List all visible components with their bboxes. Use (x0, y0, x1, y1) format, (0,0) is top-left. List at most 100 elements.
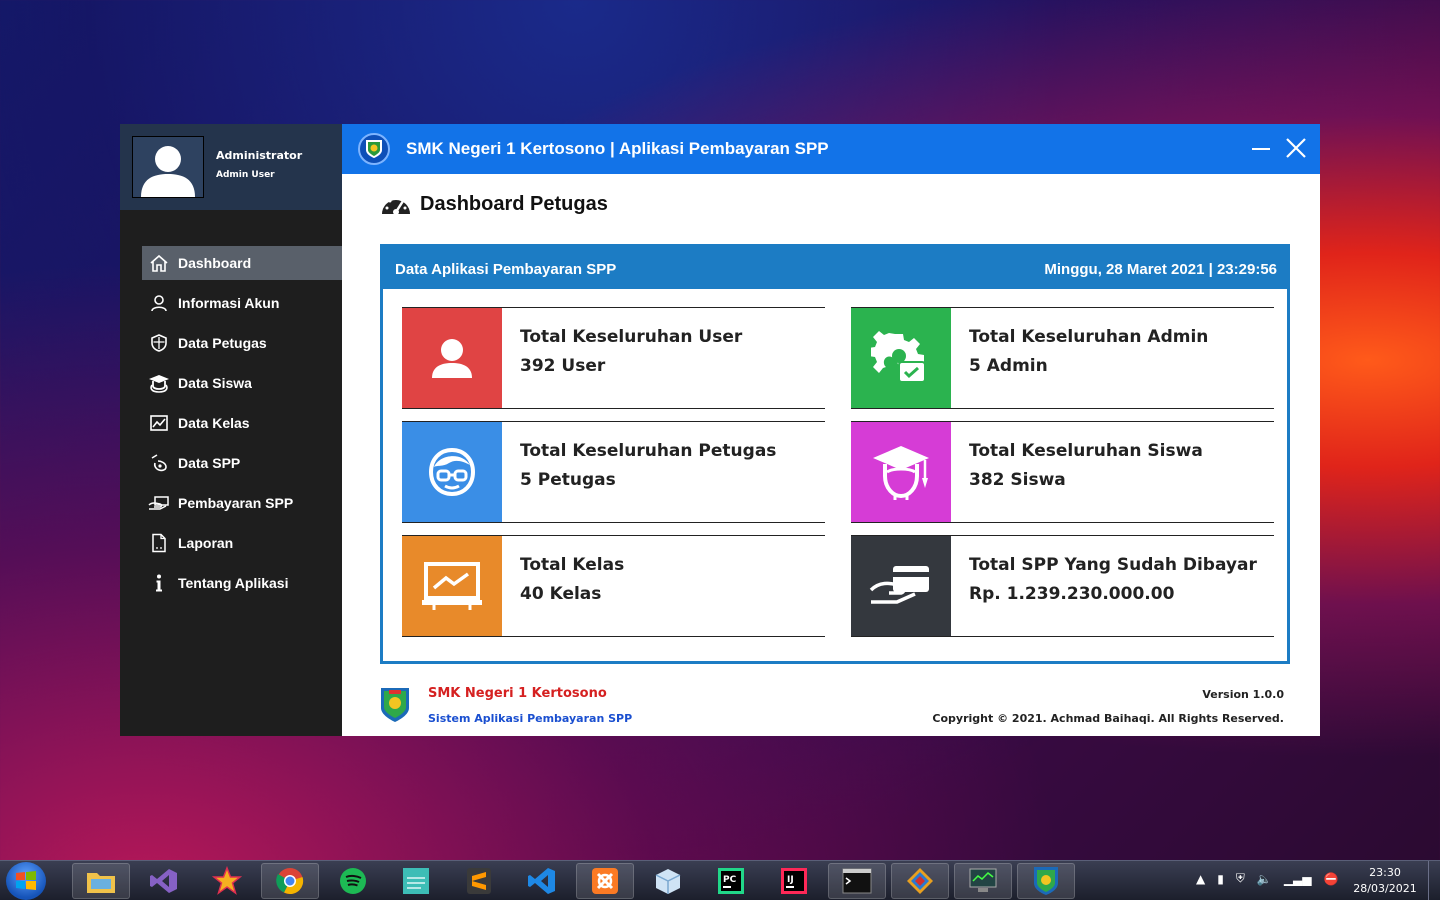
monitor-icon (969, 868, 997, 892)
sidebar-item-label: Data SPP (178, 455, 241, 471)
minimize-button[interactable] (1250, 136, 1274, 160)
stat-title: Total Keseluruhan Siswa (969, 441, 1203, 461)
stat-icon-box (402, 536, 502, 636)
taskbar-spp-app[interactable] (1017, 863, 1075, 899)
taskbar-spotify[interactable] (324, 863, 382, 899)
vs-code-icon (528, 868, 555, 894)
stat-value: 5 Admin (969, 356, 1048, 376)
clock[interactable]: 23:30 28/03/2021 (1346, 865, 1424, 897)
app-window: Administrator Admin User Dashboard Infor… (120, 124, 1320, 736)
show-desktop-button[interactable] (1428, 861, 1440, 900)
network-icon[interactable]: ⛔ (1324, 872, 1339, 886)
user-silhouette-icon (133, 137, 203, 197)
sidebar: Administrator Admin User Dashboard Infor… (120, 124, 342, 736)
version-label: Version 1.0.0 (1202, 688, 1284, 701)
stat-card-user: Total Keseluruhan User 392 User (402, 307, 825, 409)
stats-panel: Data Aplikasi Pembayaran SPP Minggu, 28 … (380, 244, 1290, 664)
security-icon[interactable]: ⛨ (1236, 871, 1245, 886)
sidebar-item-data-siswa[interactable]: Data Siswa (142, 366, 342, 400)
pycharm-icon: PC (718, 868, 744, 894)
taskbar-snipping-tool[interactable] (891, 863, 949, 899)
stat-card-siswa: Total Keseluruhan Siswa 382 Siswa (851, 421, 1274, 523)
visual-studio-icon (150, 869, 177, 893)
sidebar-item-dashboard[interactable]: Dashboard (142, 246, 342, 280)
taskbar-xampp[interactable] (576, 863, 634, 899)
sidebar-item-label: Data Petugas (178, 335, 267, 351)
windows-logo-icon (16, 871, 36, 890)
star-icon (212, 866, 242, 895)
taskbar-virtualbox[interactable] (639, 863, 697, 899)
officer-icon (428, 447, 476, 497)
page-title: Dashboard Petugas (420, 192, 608, 215)
document-icon (146, 533, 172, 553)
stat-card-admin: Total Keseluruhan Admin 5 Admin (851, 307, 1274, 409)
sidebar-item-laporan[interactable]: Laporan (142, 526, 342, 560)
panel-header: Data Aplikasi Pembayaran SPP Minggu, 28 … (383, 247, 1287, 289)
chrome-icon (276, 868, 304, 895)
stat-value: Rp. 1.239.230.000.00 (969, 584, 1175, 604)
sidebar-item-informasi-akun[interactable]: Informasi Akun (142, 286, 342, 320)
taskbar-sublime-text[interactable] (450, 863, 508, 899)
clock-time: 23:30 (1369, 866, 1401, 879)
stat-icon-box (851, 536, 951, 636)
classroom-chart-icon (422, 562, 482, 610)
school-logo-icon (358, 133, 390, 165)
admin-gear-icon (871, 331, 926, 383)
sublime-text-icon (467, 868, 491, 894)
close-button[interactable] (1284, 136, 1308, 160)
signal-icon[interactable]: ▁▃▅ (1284, 872, 1312, 886)
taskbar-task-manager[interactable] (954, 863, 1012, 899)
sidebar-item-label: Data Kelas (178, 415, 250, 431)
svg-text:IJ: IJ (787, 875, 794, 885)
footer-app-name: Sistem Aplikasi Pembayaran SPP (428, 712, 633, 725)
sidebar-item-tentang-aplikasi[interactable]: Tentang Aplikasi (142, 566, 342, 600)
stat-title: Total Kelas (520, 555, 625, 575)
intellij-icon: IJ (781, 868, 807, 894)
diamond-icon (907, 868, 933, 894)
stat-icon-box (402, 422, 502, 522)
sidebar-item-label: Tentang Aplikasi (178, 575, 289, 591)
payment-icon (146, 493, 172, 513)
title-bar: SMK Negeri 1 Kertosono | Aplikasi Pembay… (342, 124, 1320, 174)
main-content: SMK Negeri 1 Kertosono | Aplikasi Pembay… (342, 124, 1320, 736)
stat-value: 382 Siswa (969, 470, 1066, 490)
shield-icon (146, 333, 172, 353)
taskbar-command-prompt[interactable] (828, 863, 886, 899)
sidebar-item-label: Data Siswa (178, 375, 252, 391)
taskbar-pycharm[interactable]: PC (702, 863, 760, 899)
spotify-icon (340, 868, 366, 894)
volume-icon[interactable]: 🔈 (1257, 872, 1272, 886)
taskbar-chrome[interactable] (261, 863, 319, 899)
taskbar-visual-studio[interactable] (135, 863, 193, 899)
sidebar-item-pembayaran-spp[interactable]: Pembayaran SPP (142, 486, 342, 520)
sidebar-item-data-petugas[interactable]: Data Petugas (142, 326, 342, 360)
taskbar-star-app[interactable] (198, 863, 256, 899)
taskbar-intellij[interactable]: IJ (765, 863, 823, 899)
sidebar-item-data-kelas[interactable]: Data Kelas (142, 406, 342, 440)
sidebar-item-data-spp[interactable]: Data SPP (142, 446, 342, 480)
speedometer-icon (382, 196, 410, 215)
stat-card-spp: Total SPP Yang Sudah Dibayar Rp. 1.239.2… (851, 535, 1274, 637)
taskbar-file-explorer[interactable] (72, 863, 130, 899)
footer-school-logo-icon (379, 686, 411, 728)
user-role: Admin User (216, 170, 275, 180)
graduate-icon (146, 373, 172, 393)
battery-icon[interactable]: ▮ (1217, 872, 1224, 886)
taskbar-vs-code[interactable] (513, 863, 571, 899)
tray-expand-icon[interactable]: ▲ (1196, 872, 1205, 886)
user-name: Administrator (216, 149, 303, 162)
home-icon (146, 253, 172, 273)
cube-icon (655, 869, 681, 894)
profile-panel: Administrator Admin User (120, 124, 342, 210)
stat-card-kelas: Total Kelas 40 Kelas (402, 535, 825, 637)
minimize-icon (1252, 148, 1270, 150)
android-studio-icon (403, 868, 429, 894)
clock-date: 28/03/2021 (1353, 882, 1417, 895)
copyright-label: Copyright © 2021. Achmad Baihaqi. All Ri… (932, 712, 1284, 725)
taskbar-android-studio[interactable] (387, 863, 445, 899)
chart-icon (146, 413, 172, 433)
start-button[interactable] (6, 862, 46, 900)
stat-title: Total SPP Yang Sudah Dibayar (969, 555, 1257, 575)
user-icon (146, 293, 172, 313)
sidebar-item-label: Informasi Akun (178, 295, 280, 311)
